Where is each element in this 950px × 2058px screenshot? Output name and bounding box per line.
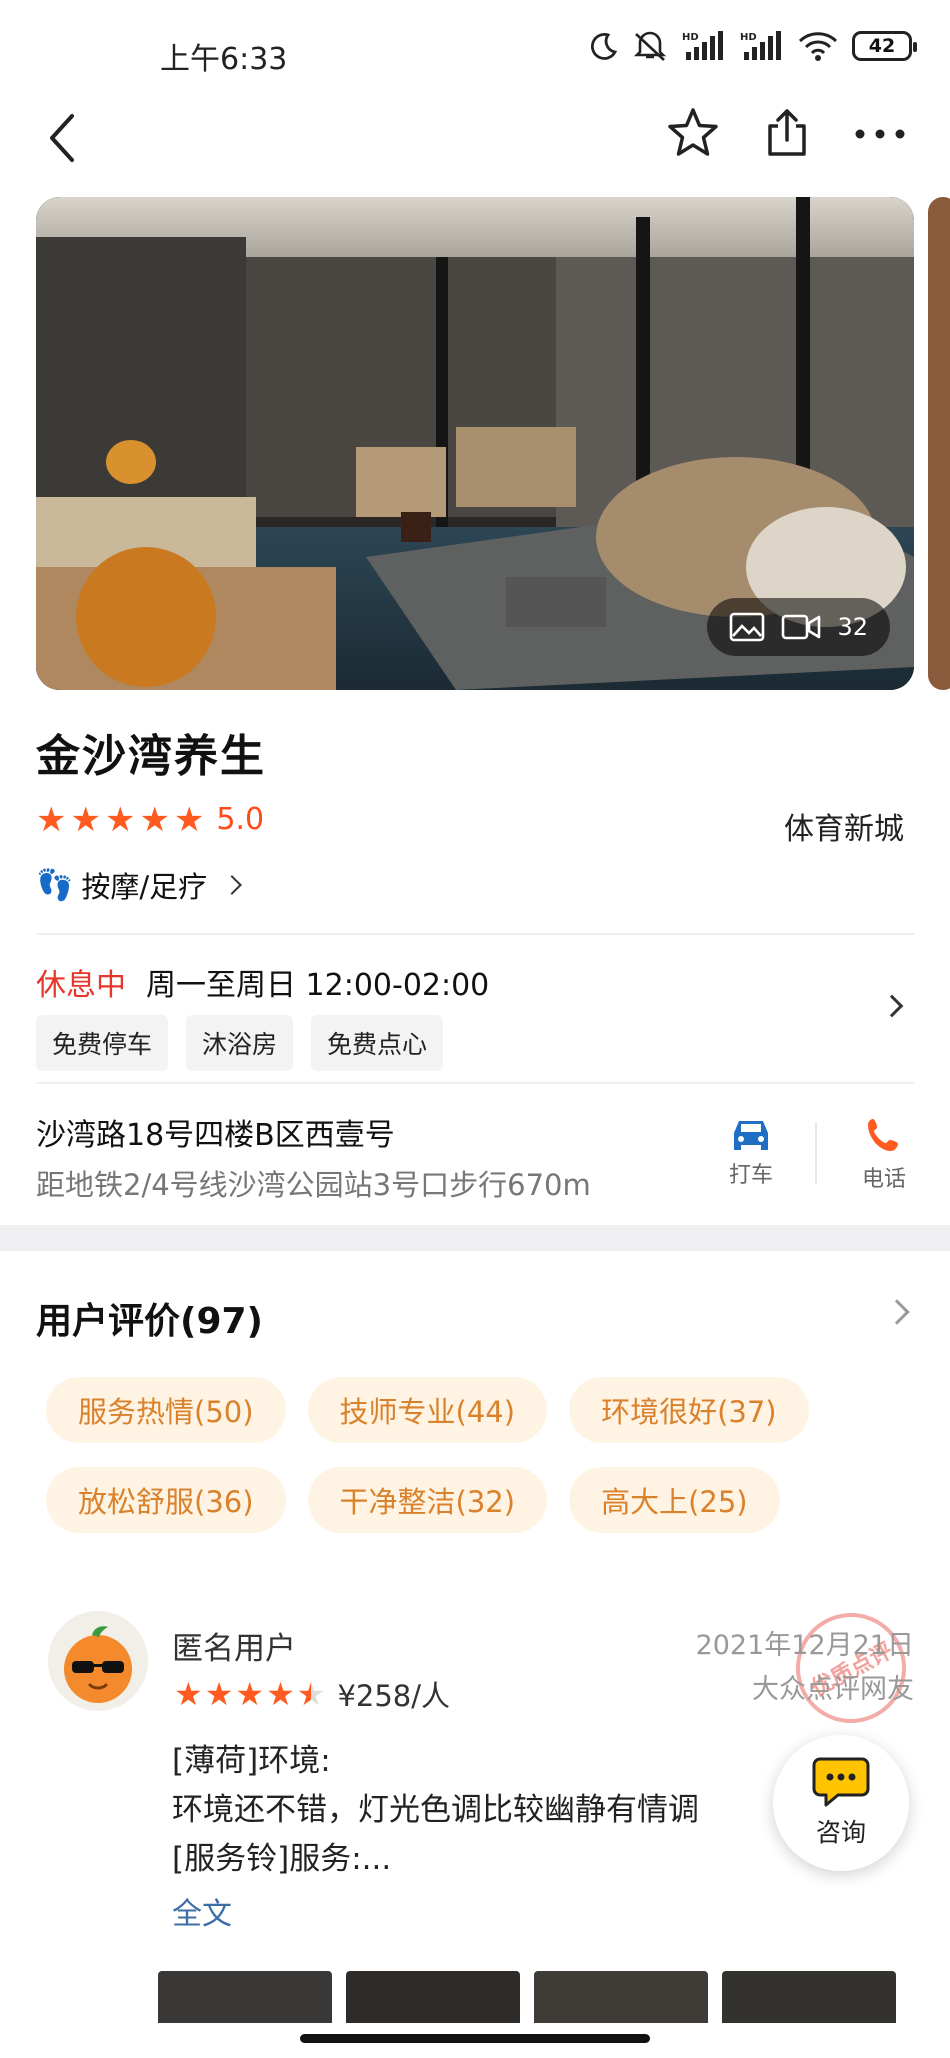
divider <box>36 933 914 935</box>
review-line: [服务铃]服务:... <box>172 1841 392 1877</box>
consult-label: 咨询 <box>815 1818 866 1847</box>
read-full-link[interactable]: 全文 <box>172 1889 232 1933</box>
review-username[interactable]: 匿名用户 <box>172 1623 296 1668</box>
review-tag-chip[interactable]: 干净整洁(32) <box>307 1467 548 1533</box>
review-line: [薄荷]环境: <box>172 1743 331 1779</box>
review-source: 大众点评网友 <box>752 1674 914 1705</box>
address-text[interactable]: 沙湾路18号四楼B区西壹号 <box>36 1110 395 1154</box>
image-icon <box>730 612 765 642</box>
star-icon: ★ <box>104 799 136 840</box>
review-tag-chip[interactable]: 高大上(25) <box>569 1467 780 1533</box>
star-icon: ★ <box>266 1675 295 1713</box>
orange-avatar-icon <box>64 1626 132 1703</box>
back-icon[interactable] <box>38 108 88 168</box>
hero-photo[interactable]: 32 <box>36 197 914 690</box>
star-icon: ★ <box>70 799 101 840</box>
facility-tags: 免费停车 沐浴房 免费点心 <box>36 1015 444 1071</box>
review-tag-chip[interactable]: 服务热情(50) <box>46 1377 286 1443</box>
more-icon[interactable] <box>852 114 908 154</box>
status-bar: 上午6:33 HD HD 42 <box>0 0 950 100</box>
district-label[interactable]: 体育新城 <box>784 804 904 848</box>
review-text[interactable]: [薄荷]环境: 环境还不错，灯光色调比较幽静有情调 [服务铃]服务:... <box>172 1737 792 1884</box>
wifi-icon <box>798 32 838 61</box>
hours-text: 周一至周日 12:00-02:00 <box>146 968 490 1003</box>
review-rating: ★ ★ ★ ★ ★ ¥258/人 <box>174 1673 450 1715</box>
facility-tag: 免费停车 <box>36 1015 169 1071</box>
facility-tag: 免费点心 <box>311 1015 444 1071</box>
facility-tag: 沐浴房 <box>186 1015 294 1071</box>
divider <box>815 1122 817 1184</box>
review-line: 环境还不错，灯光色调比较幽静有情调 <box>172 1792 699 1828</box>
car-icon <box>734 1121 768 1150</box>
divider <box>36 1082 914 1084</box>
phone-label: 电话 <box>861 1167 906 1192</box>
rating-score: 5.0 <box>216 802 265 837</box>
review-photo[interactable] <box>534 1971 708 2023</box>
hours-status: 休息中 <box>36 968 126 1003</box>
reviews-title[interactable]: 用户评价(97) <box>36 1292 263 1344</box>
chevron-right-icon <box>222 875 243 895</box>
review-date: 2021年12月21日 <box>695 1630 914 1661</box>
taxi-button[interactable]: 打车 <box>711 1115 791 1189</box>
review-tag-chip[interactable]: 放松舒服(36) <box>46 1467 286 1533</box>
chat-bubble-icon <box>812 1757 870 1807</box>
category-link[interactable]: 👣 按摩/足疗 <box>36 864 243 906</box>
metro-distance: 距地铁2/4号线沙湾公园站3号口步行670m <box>36 1168 591 1202</box>
category-label: 按摩/足疗 <box>81 870 208 904</box>
review-price: ¥258/人 <box>337 1679 451 1713</box>
home-indicator[interactable] <box>300 2034 650 2043</box>
star-icon: ★ <box>36 799 67 840</box>
footprint-icon: 👣 <box>36 867 74 903</box>
taxi-label: 打车 <box>728 1163 773 1188</box>
review-photo[interactable] <box>158 1971 332 2023</box>
moon-icon <box>590 33 618 60</box>
star-icon: ★ <box>235 1675 265 1713</box>
shop-name: 金沙湾养生 <box>36 731 266 782</box>
favorite-star-icon[interactable] <box>666 106 720 160</box>
media-count-badge[interactable]: 32 <box>707 598 890 656</box>
review-photo[interactable] <box>722 1971 896 2023</box>
svg-text:HD: HD <box>740 32 757 43</box>
svg-text:HD: HD <box>682 32 699 43</box>
signal-icon: HD <box>682 31 723 60</box>
video-icon <box>782 614 821 640</box>
review-photo[interactable] <box>346 1971 520 2023</box>
avatar[interactable] <box>48 1611 148 1711</box>
status-time: 上午6:33 <box>160 42 288 77</box>
half-star-icon: ★ <box>296 1675 326 1713</box>
rating-row: ★ ★ ★ ★ ★ 5.0 <box>36 802 264 837</box>
battery-indicator: 42 <box>852 31 917 61</box>
signal-icon-2: HD <box>740 31 781 60</box>
next-photo-peek[interactable] <box>928 197 950 690</box>
status-icons: HD HD 42 <box>588 30 917 62</box>
share-icon[interactable] <box>760 106 814 160</box>
media-count: 32 <box>837 613 868 641</box>
review-tag-chip[interactable]: 环境很好(37) <box>569 1377 809 1443</box>
star-icon: ★ <box>173 799 205 840</box>
review-photos <box>158 1971 896 2023</box>
section-gap <box>0 1225 950 1251</box>
hours-row[interactable]: 休息中 周一至周日 12:00-02:00 <box>36 960 489 1004</box>
review-tag-chips: 服务热情(50) 技师专业(44) 环境很好(37) 放松舒服(36) 干净整洁… <box>46 1377 886 1533</box>
consult-button[interactable]: 咨询 <box>773 1735 909 1871</box>
phone-icon <box>868 1119 898 1151</box>
star-icon: ★ <box>204 1675 234 1713</box>
review-tag-chip[interactable]: 技师专业(44) <box>307 1377 548 1443</box>
phone-button[interactable]: 电话 <box>844 1115 924 1193</box>
mute-icon <box>633 31 667 61</box>
star-icon: ★ <box>139 799 170 840</box>
star-icon: ★ <box>174 1675 203 1713</box>
chevron-right-icon[interactable] <box>880 994 904 1018</box>
chevron-right-icon[interactable] <box>884 1299 910 1325</box>
